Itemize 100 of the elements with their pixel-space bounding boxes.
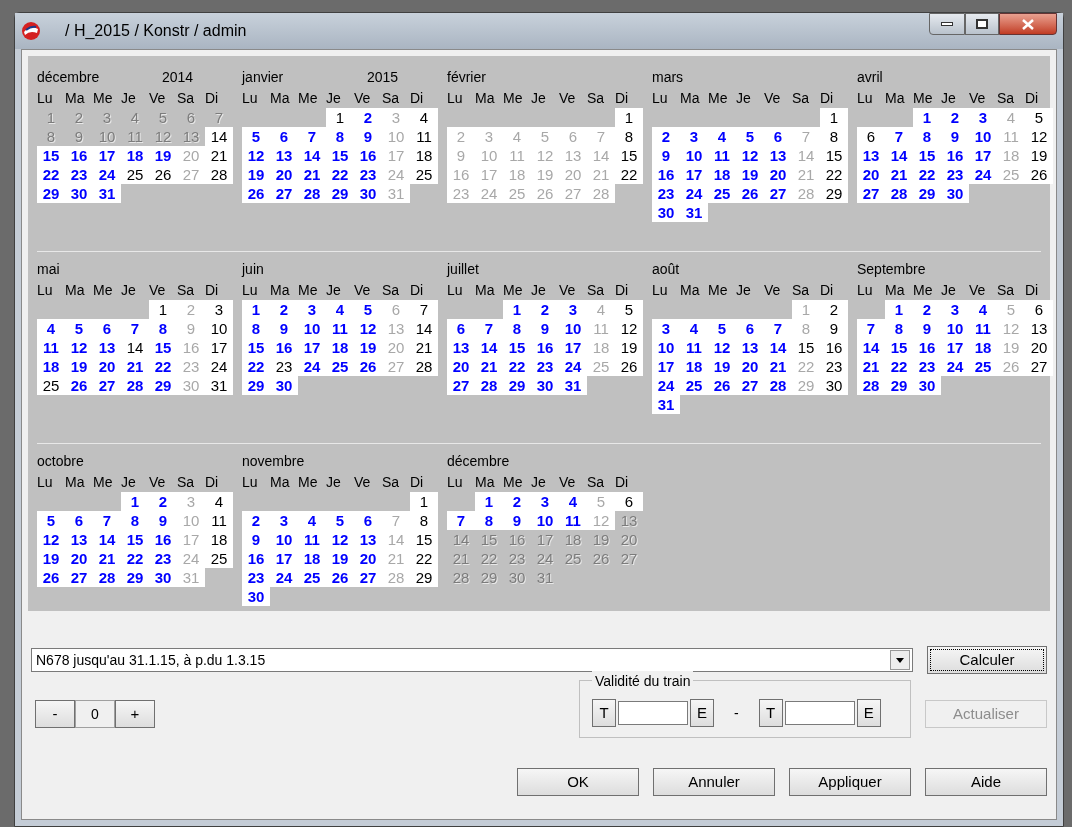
day-cell[interactable]: 6 — [1025, 300, 1053, 319]
day-cell[interactable]: 23 — [149, 549, 177, 568]
day-cell[interactable]: 17 — [559, 338, 587, 357]
day-cell[interactable]: 30 — [65, 184, 93, 203]
day-cell[interactable]: 11 — [708, 146, 736, 165]
day-cell[interactable]: 11 — [559, 511, 587, 530]
e-button[interactable]: E — [856, 699, 881, 727]
day-cell[interactable]: 3 — [531, 492, 559, 511]
day-cell[interactable]: 2 — [652, 127, 680, 146]
day-cell[interactable]: 9 — [820, 319, 848, 338]
day-cell[interactable]: 20 — [447, 357, 475, 376]
day-cell[interactable]: 22 — [326, 165, 354, 184]
day-cell[interactable]: 15 — [121, 530, 149, 549]
day-cell[interactable]: 27 — [857, 184, 885, 203]
day-cell[interactable]: 3 — [559, 300, 587, 319]
day-cell[interactable]: 23 — [913, 357, 941, 376]
day-cell[interactable]: 29 — [913, 184, 941, 203]
day-cell[interactable]: 9 — [941, 127, 969, 146]
day-cell[interactable]: 6 — [736, 319, 764, 338]
day-cell[interactable]: 21 — [121, 357, 149, 376]
day-cell[interactable]: 14 — [885, 146, 913, 165]
day-cell[interactable]: 14 — [764, 338, 792, 357]
day-cell[interactable]: 3 — [941, 300, 969, 319]
day-cell[interactable]: 13 — [857, 146, 885, 165]
day-cell[interactable]: 5 — [736, 127, 764, 146]
day-cell[interactable]: 3 — [652, 319, 680, 338]
day-cell[interactable]: 13 — [447, 338, 475, 357]
day-cell[interactable]: 6 — [93, 319, 121, 338]
day-cell[interactable]: 18 — [680, 357, 708, 376]
day-cell[interactable]: 6 — [65, 511, 93, 530]
day-cell[interactable]: 27 — [354, 568, 382, 587]
day-cell[interactable]: 24 — [298, 357, 326, 376]
day-cell[interactable]: 4 — [708, 127, 736, 146]
day-cell[interactable]: 1 — [913, 108, 941, 127]
day-cell[interactable]: 11 — [680, 338, 708, 357]
day-cell[interactable]: 7 — [121, 319, 149, 338]
day-cell[interactable]: 26 — [326, 568, 354, 587]
day-cell[interactable]: 31 — [680, 203, 708, 222]
day-cell[interactable]: 27 — [93, 376, 121, 395]
day-cell[interactable]: 12 — [708, 338, 736, 357]
day-cell[interactable]: 12 — [326, 530, 354, 549]
day-cell[interactable]: 11 — [410, 127, 438, 146]
maximize-button[interactable] — [965, 13, 999, 35]
day-cell[interactable]: 29 — [121, 568, 149, 587]
day-cell[interactable]: 21 — [857, 357, 885, 376]
dialog-button[interactable]: Appliquer — [789, 768, 911, 796]
day-cell[interactable]: 10 — [559, 319, 587, 338]
day-cell[interactable]: 15 — [410, 530, 438, 549]
day-cell[interactable]: 12 — [65, 338, 93, 357]
day-cell[interactable]: 22 — [913, 165, 941, 184]
day-cell[interactable]: 25 — [37, 376, 65, 395]
day-cell[interactable]: 31 — [652, 395, 680, 414]
day-cell[interactable]: 17 — [270, 549, 298, 568]
day-cell[interactable]: 8 — [149, 319, 177, 338]
day-cell[interactable]: 5 — [1025, 108, 1053, 127]
day-cell[interactable]: 5 — [326, 511, 354, 530]
day-cell[interactable]: 19 — [354, 338, 382, 357]
day-cell[interactable]: 16 — [242, 549, 270, 568]
day-cell[interactable]: 1 — [885, 300, 913, 319]
day-cell[interactable]: 20 — [764, 165, 792, 184]
day-cell[interactable]: 2 — [531, 300, 559, 319]
day-cell[interactable]: 4 — [37, 319, 65, 338]
day-cell[interactable]: 13 — [736, 338, 764, 357]
day-cell[interactable]: 2 — [270, 300, 298, 319]
day-cell[interactable]: 4 — [559, 492, 587, 511]
day-cell[interactable]: 14 — [475, 338, 503, 357]
day-cell[interactable]: 23 — [941, 165, 969, 184]
day-cell[interactable]: 8 — [503, 319, 531, 338]
day-cell[interactable]: 26 — [65, 376, 93, 395]
day-cell[interactable]: 13 — [764, 146, 792, 165]
day-cell[interactable]: 21 — [764, 357, 792, 376]
day-cell[interactable]: 26 — [736, 184, 764, 203]
day-cell[interactable]: 5 — [354, 300, 382, 319]
day-cell[interactable]: 22 — [410, 549, 438, 568]
day-cell[interactable]: 17 — [652, 357, 680, 376]
day-cell[interactable]: 27 — [65, 568, 93, 587]
day-cell[interactable]: 4 — [410, 108, 438, 127]
day-cell[interactable]: 15 — [326, 146, 354, 165]
day-cell[interactable]: 11 — [326, 319, 354, 338]
day-cell[interactable]: 8 — [885, 319, 913, 338]
day-cell[interactable]: 22 — [242, 357, 270, 376]
day-cell[interactable]: 24 — [559, 357, 587, 376]
day-cell[interactable]: 2 — [503, 492, 531, 511]
day-cell[interactable]: 8 — [242, 319, 270, 338]
day-cell[interactable]: 22 — [615, 165, 643, 184]
day-cell[interactable]: 4 — [680, 319, 708, 338]
day-cell[interactable]: 5 — [242, 127, 270, 146]
day-cell[interactable]: 27 — [736, 376, 764, 395]
day-cell[interactable]: 10 — [531, 511, 559, 530]
day-cell[interactable]: 21 — [475, 357, 503, 376]
day-cell[interactable]: 26 — [37, 568, 65, 587]
day-cell[interactable]: 21 — [410, 338, 438, 357]
day-cell[interactable]: 14 — [410, 319, 438, 338]
day-cell[interactable]: 8 — [475, 511, 503, 530]
day-cell[interactable]: 16 — [941, 146, 969, 165]
day-cell[interactable]: 26 — [149, 165, 177, 184]
day-cell[interactable]: 1 — [121, 492, 149, 511]
day-cell[interactable]: 12 — [1025, 127, 1053, 146]
day-cell[interactable]: 6 — [857, 127, 885, 146]
day-cell[interactable]: 29 — [503, 376, 531, 395]
